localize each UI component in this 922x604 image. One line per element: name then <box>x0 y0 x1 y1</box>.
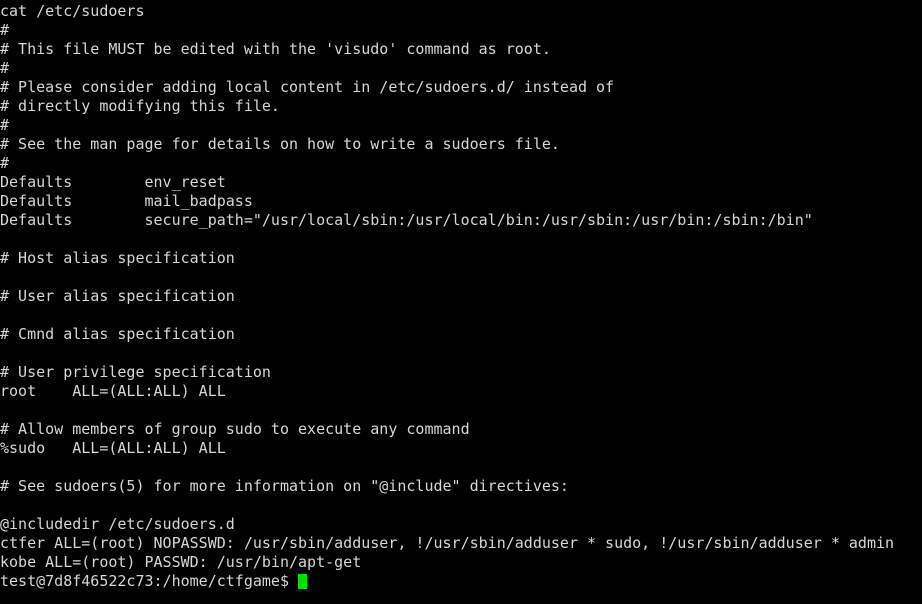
terminal-line: Defaults secure_path="/usr/local/sbin:/u… <box>0 211 813 229</box>
terminal-window[interactable]: cat /etc/sudoers # # This file MUST be edi… <box>0 0 922 604</box>
terminal-line: # Please consider adding local content i… <box>0 78 615 96</box>
terminal-line: # User alias specification <box>0 287 235 305</box>
terminal-line: # Host alias specification <box>0 249 235 267</box>
terminal-line: # See sudoers(5) for more information on… <box>0 477 569 495</box>
terminal-line: # User privilege specification <box>0 363 271 381</box>
terminal-line: # directly modifying this file. <box>0 97 280 115</box>
terminal-line: @includedir /etc/sudoers.d <box>0 515 235 533</box>
terminal-line: Defaults mail_badpass <box>0 192 253 210</box>
terminal-line: # This file MUST be edited with the 'vis… <box>0 40 551 58</box>
terminal-line: root ALL=(ALL:ALL) ALL <box>0 382 226 400</box>
terminal-line: # <box>0 154 10 172</box>
terminal-line: # See the man page for details on how to… <box>0 135 560 153</box>
terminal-prompt-line[interactable]: test@7d8f46522c73:/home/ctfgame$ <box>0 572 922 591</box>
terminal-line: # Cmnd alias specification <box>0 325 235 343</box>
text-cursor <box>298 574 308 589</box>
terminal-line: # <box>0 116 10 134</box>
terminal-line: kobe ALL=(root) PASSWD: /usr/bin/apt-get <box>0 553 362 571</box>
terminal-line: ctfer ALL=(root) NOPASSWD: /usr/sbin/add… <box>0 534 895 552</box>
terminal-output: cat /etc/sudoers # # This file MUST be edi… <box>0 2 922 572</box>
terminal-line: # <box>0 21 10 39</box>
terminal-line: Defaults env_reset <box>0 173 226 191</box>
terminal-line: cat /etc/sudoers <box>0 2 145 20</box>
prompt-string: test@7d8f46522c73:/home/ctfgame$ <box>0 572 299 590</box>
terminal-line: # <box>0 59 10 77</box>
terminal-line: %sudo ALL=(ALL:ALL) ALL <box>0 439 226 457</box>
terminal-line: # Allow members of group sudo to execute… <box>0 420 470 438</box>
